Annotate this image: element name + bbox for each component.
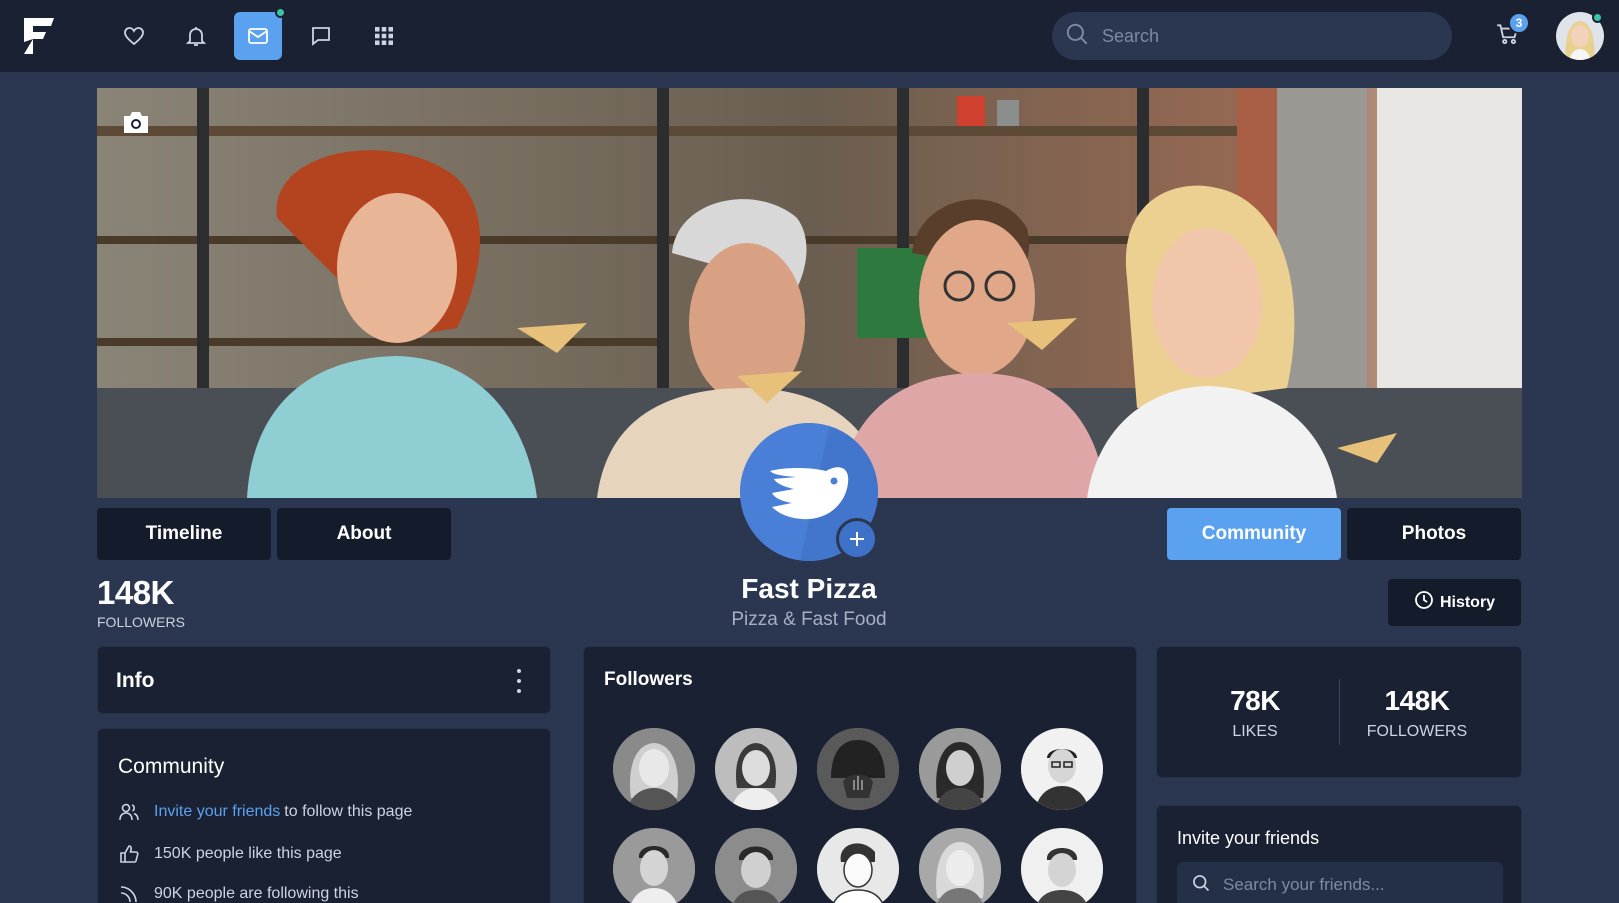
notifications-bell-icon[interactable] bbox=[172, 12, 220, 60]
likes-label: LIKES bbox=[1232, 723, 1278, 740]
follower-avatar[interactable] bbox=[817, 828, 899, 903]
users-icon bbox=[118, 801, 140, 823]
shopping-cart-button[interactable]: 3 bbox=[1490, 12, 1530, 54]
follower-avatar[interactable] bbox=[919, 728, 1001, 810]
stats-card: 78K LIKES 148K FOLLOWERS bbox=[1156, 646, 1522, 778]
community-card: Community Invite your friends to follow … bbox=[97, 728, 551, 903]
tab-community[interactable]: Community bbox=[1167, 508, 1341, 560]
follower-avatar[interactable] bbox=[1021, 728, 1103, 810]
follow-plus-button[interactable] bbox=[836, 518, 878, 560]
invite-friends-link[interactable]: Invite your friends bbox=[154, 803, 280, 821]
likes-number: 78K bbox=[1230, 685, 1280, 716]
invite-friends-text: to follow this page bbox=[284, 803, 413, 820]
invite-friends-row: Invite your friends to follow this page bbox=[118, 801, 412, 823]
info-title: Info bbox=[116, 669, 155, 692]
invite-search-bar[interactable] bbox=[1177, 862, 1503, 903]
following-text: 90K people are following this bbox=[154, 885, 359, 902]
follower-avatar[interactable] bbox=[919, 828, 1001, 903]
invite-search-input[interactable] bbox=[1223, 875, 1493, 895]
search-icon bbox=[1191, 873, 1211, 898]
search-input[interactable] bbox=[1102, 25, 1422, 47]
followers-stat-label: FOLLOWERS bbox=[1366, 723, 1468, 740]
followers-number: 148K bbox=[1384, 685, 1450, 716]
likes-row: 150K people like this page bbox=[118, 843, 342, 865]
follower-avatar[interactable] bbox=[817, 728, 899, 810]
follower-avatar[interactable] bbox=[1021, 828, 1103, 903]
followers-stat: 148K FOLLOWERS bbox=[1337, 685, 1497, 741]
followers-title: Followers bbox=[604, 669, 693, 690]
top-navigation-bar: 3 bbox=[0, 0, 1619, 72]
followers-card: Followers bbox=[583, 646, 1137, 903]
tab-timeline[interactable]: Timeline bbox=[97, 508, 271, 560]
following-row: 90K people are following this bbox=[118, 883, 359, 903]
follower-avatar[interactable] bbox=[715, 828, 797, 903]
favorites-heart-icon[interactable] bbox=[110, 12, 158, 60]
page-category: Pizza & Fast Food bbox=[731, 609, 887, 630]
app-logo-icon[interactable] bbox=[22, 16, 56, 56]
invite-title: Invite your friends bbox=[1177, 828, 1320, 848]
tab-photos[interactable]: Photos bbox=[1347, 508, 1521, 560]
change-cover-camera-icon[interactable] bbox=[121, 110, 151, 136]
follower-avatar[interactable] bbox=[715, 728, 797, 810]
page-title: Fast Pizza bbox=[741, 573, 877, 604]
followers-count: 148K bbox=[97, 574, 174, 611]
apps-grid-icon[interactable] bbox=[360, 12, 408, 60]
followers-label: FOLLOWERS bbox=[97, 614, 185, 630]
follower-avatar[interactable] bbox=[613, 728, 695, 810]
online-indicator bbox=[275, 7, 286, 18]
global-search-bar[interactable] bbox=[1052, 12, 1452, 60]
likes-text: 150K people like this page bbox=[154, 845, 342, 862]
history-button[interactable]: History bbox=[1388, 579, 1521, 626]
tab-about[interactable]: About bbox=[277, 508, 451, 560]
info-card: Info bbox=[97, 646, 551, 714]
search-icon bbox=[1064, 21, 1090, 52]
likes-stat: 78K LIKES bbox=[1175, 685, 1335, 741]
chat-bubble-icon[interactable] bbox=[297, 12, 345, 60]
user-online-indicator bbox=[1592, 12, 1603, 23]
cart-count-badge: 3 bbox=[1508, 12, 1530, 34]
thumbs-up-icon bbox=[118, 843, 140, 865]
follower-avatar[interactable] bbox=[613, 828, 695, 903]
invite-friends-card: Invite your friends bbox=[1156, 805, 1522, 903]
more-options-kebab-icon[interactable] bbox=[516, 669, 522, 693]
clock-icon bbox=[1414, 590, 1434, 615]
messages-mail-icon[interactable] bbox=[234, 7, 286, 60]
rss-feed-icon bbox=[118, 883, 140, 903]
history-label: History bbox=[1439, 593, 1496, 611]
community-title: Community bbox=[118, 755, 225, 778]
